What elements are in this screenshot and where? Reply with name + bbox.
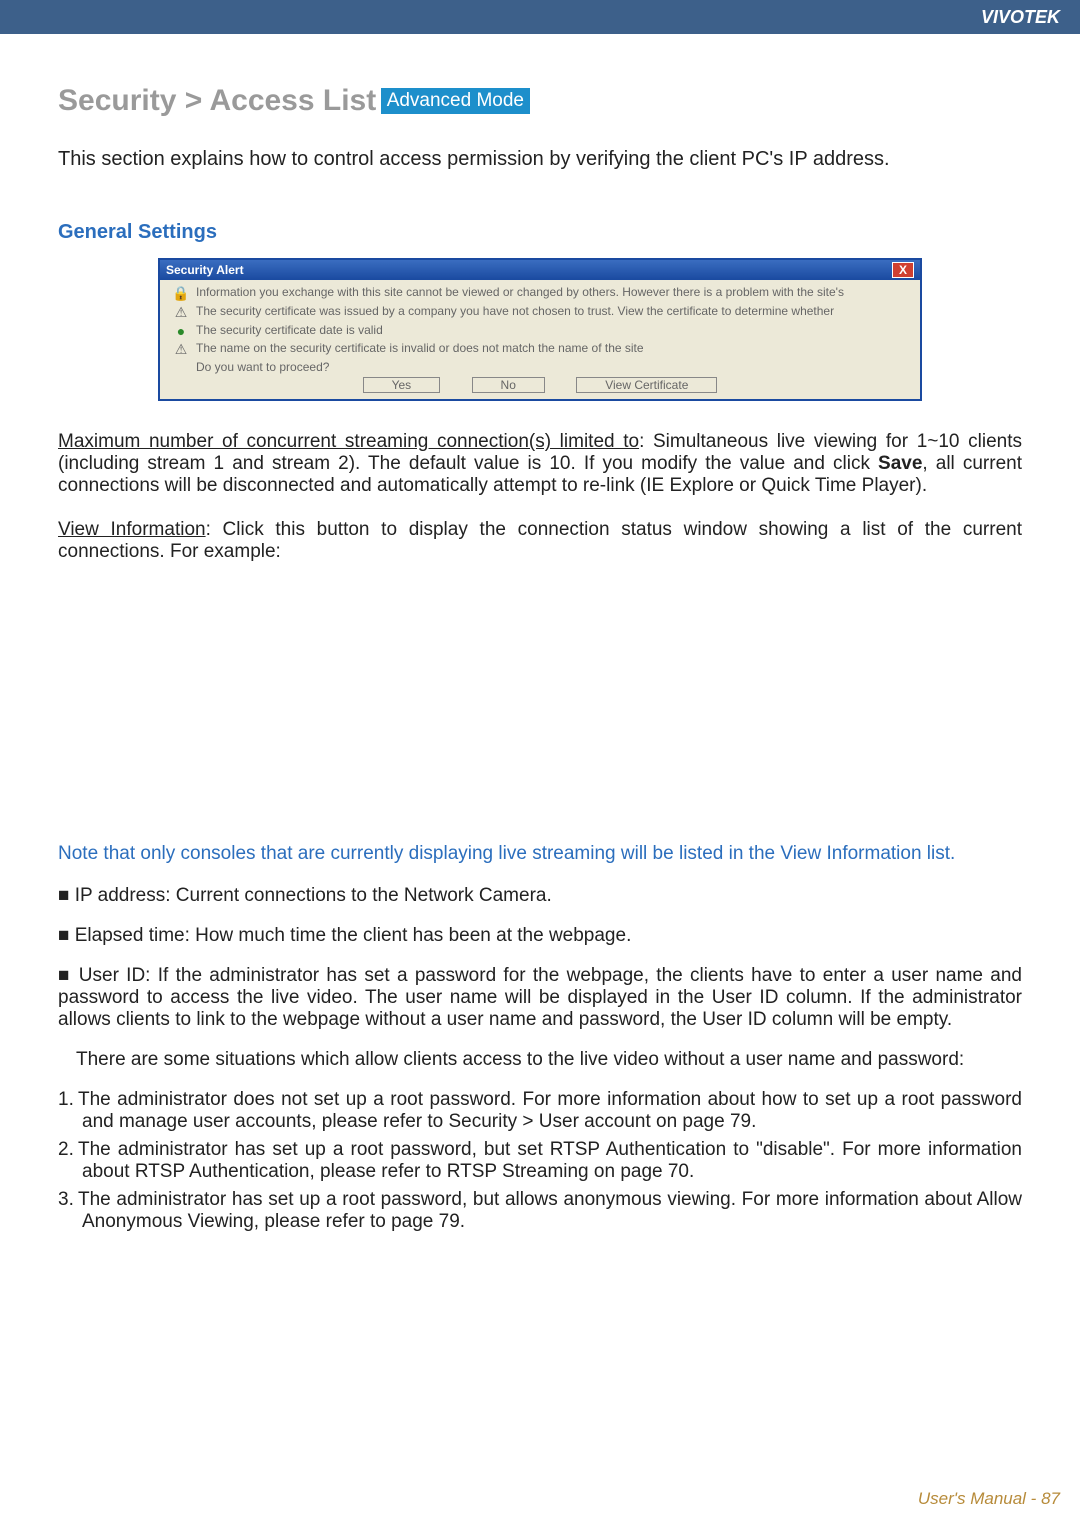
num2-text-e: , please refer to RTSP Streaming on page… — [309, 1161, 694, 1182]
numbered-item-3: 3.The administrator has set up a root pa… — [58, 1189, 1022, 1233]
note-text: Note that only consoles that are current… — [58, 843, 1022, 865]
num2-text-a: The administrator has set up a root pass… — [78, 1139, 550, 1160]
lock-icon: 🔒 — [166, 285, 196, 302]
no-button[interactable]: No — [472, 377, 545, 393]
dialog-titlebar: Security Alert X — [160, 260, 920, 280]
num1-text: The administrator does not set up a root… — [78, 1089, 1022, 1132]
section-general-settings: General Settings — [58, 221, 1022, 244]
brand-label: VIVOTEK — [981, 7, 1060, 27]
footer: User's Manual - 87 — [918, 1489, 1060, 1509]
header-bar: VIVOTEK — [0, 0, 1080, 34]
rtsp-auth-bold-2: RTSP Authentication — [135, 1161, 310, 1182]
dialog-top-msg: Information you exchange with this site … — [196, 285, 914, 299]
warning-icon: ⚠ — [166, 304, 196, 321]
mode-badge: Advanced Mode — [381, 88, 530, 114]
page-title: Security > Access List — [58, 84, 376, 117]
cert-msg-3: The name on the security certificate is … — [196, 341, 914, 355]
intro-text: This section explains how to control acc… — [58, 148, 1022, 171]
yes-button[interactable]: Yes — [363, 377, 441, 393]
rtsp-auth-bold-1: RTSP Authentication — [550, 1139, 726, 1160]
footer-text: User's Manual - — [918, 1489, 1041, 1508]
view-certificate-button[interactable]: View Certificate — [576, 377, 717, 393]
max-connections-label: Maximum number of concurrent streaming c… — [58, 431, 639, 452]
warning-icon: ⚠ — [166, 341, 196, 358]
close-icon[interactable]: X — [892, 262, 914, 278]
para-max-connections: Maximum number of concurrent streaming c… — [58, 431, 1022, 497]
para-view-information: View Information: Click this button to d… — [58, 519, 1022, 563]
dialog-title-text: Security Alert — [166, 263, 244, 277]
dialog-body: 🔒 Information you exchange with this sit… — [160, 280, 920, 399]
save-label: Save — [878, 453, 922, 474]
page-number: 87 — [1041, 1489, 1060, 1508]
bullet-elapsed: ■ Elapsed time: How much time the client… — [58, 925, 1022, 947]
num3-text-c: please refer to page 79. — [259, 1211, 465, 1232]
page-title-line: Security > Access List Advanced Mode — [58, 84, 1022, 118]
numbered-item-1: 1.The administrator does not set up a ro… — [58, 1089, 1022, 1133]
numbered-item-2: 2.The administrator has set up a root pa… — [58, 1139, 1022, 1183]
cert-msg-2: The security certificate date is valid — [196, 323, 914, 337]
cert-msg-1: The security certificate was issued by a… — [196, 304, 914, 318]
check-icon: ● — [166, 323, 196, 339]
view-information-label: View Information — [58, 519, 206, 540]
security-alert-dialog: Security Alert X 🔒 Information you excha… — [158, 258, 922, 401]
bullet-ip: ■ IP address: Current connections to the… — [58, 885, 1022, 907]
dialog-prompt: Do you want to proceed? — [196, 360, 914, 374]
num3-text-a: The administrator has set up a root pass… — [78, 1189, 977, 1210]
situations-intro: There are some situations which allow cl… — [58, 1049, 1022, 1071]
bullet-userid: ■ User ID: If the administrator has set … — [58, 965, 1022, 1031]
